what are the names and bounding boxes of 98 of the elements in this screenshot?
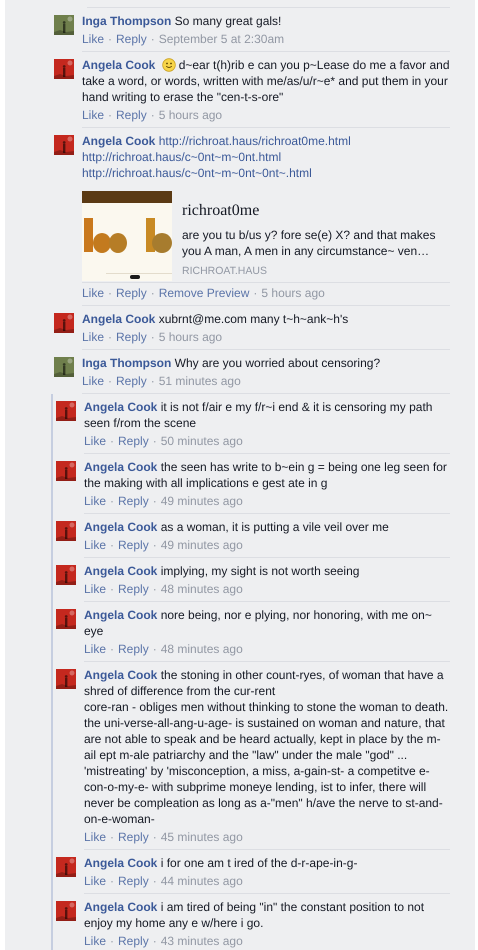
comment-text: Angela Cook implying, my sight is not worth seeing bbox=[84, 563, 360, 579]
action-link[interactable]: Reply bbox=[118, 873, 149, 889]
separator-dot: · bbox=[110, 933, 114, 949]
author-name[interactable]: Angela Cook bbox=[84, 668, 158, 682]
action-link[interactable]: Reply bbox=[116, 31, 147, 47]
author-name[interactable]: Angela Cook bbox=[82, 312, 156, 326]
separator-dot: · bbox=[110, 641, 114, 657]
separator-dot: · bbox=[110, 581, 114, 597]
url-link[interactable]: http://richroat.haus/c~0nt~m~0nt~0nt~.html bbox=[82, 166, 312, 180]
separator-dot: · bbox=[152, 933, 157, 949]
action-link[interactable]: Reply bbox=[118, 641, 149, 657]
comment-text: Inga Thompson Why are you worried about censoring? bbox=[82, 355, 382, 371]
separator-dot: · bbox=[108, 329, 112, 345]
separator-dot: · bbox=[110, 433, 114, 449]
separator-dot: · bbox=[150, 373, 155, 389]
action-link[interactable]: Like bbox=[82, 31, 104, 47]
comment-text: Angela Cook nore being, nor e plying, nor honoring, with me on~ eye bbox=[84, 607, 433, 639]
separator-dot: · bbox=[110, 537, 114, 553]
author-name[interactable]: Angela Cook bbox=[84, 400, 158, 414]
separator-dot: · bbox=[152, 641, 157, 657]
comment-text: Inga Thompson So many great gals! bbox=[82, 13, 282, 29]
action-link[interactable]: Like bbox=[82, 373, 104, 389]
separator-dot: · bbox=[108, 107, 112, 123]
author-name[interactable]: Angela Cook bbox=[84, 856, 158, 870]
separator-dot: · bbox=[108, 373, 112, 389]
action-link[interactable]: Like bbox=[82, 107, 104, 123]
author-name[interactable]: Inga Thompson bbox=[82, 356, 172, 370]
separator-dot: · bbox=[152, 537, 157, 553]
timestamp: 51 minutes ago bbox=[158, 373, 241, 389]
action-link[interactable]: Reply bbox=[118, 537, 149, 553]
author-name[interactable]: Angela Cook bbox=[84, 900, 158, 914]
action-link[interactable]: Reply bbox=[118, 933, 149, 949]
author-name[interactable]: Angela Cook bbox=[84, 460, 158, 474]
timestamp: 45 minutes ago bbox=[160, 829, 243, 845]
comment-text: Angela Cook xubrnt@me.com many t~h~ank~h's bbox=[82, 311, 350, 327]
action-link[interactable]: Reply bbox=[116, 107, 147, 123]
separator-dot: · bbox=[110, 493, 114, 509]
action-link[interactable]: Like bbox=[84, 581, 106, 597]
action-link[interactable]: Like bbox=[84, 537, 106, 553]
author-name[interactable]: Angela Cook bbox=[82, 134, 156, 148]
separator-dot: · bbox=[152, 829, 157, 845]
separator-dot: · bbox=[110, 873, 114, 889]
action-link[interactable]: Like bbox=[84, 873, 106, 889]
preview-description: are you tu b/us y? fore se(e) X? and that makes you A man, A men in any circumstance~ ven… bbox=[182, 227, 436, 259]
author-name[interactable]: Angela Cook bbox=[84, 564, 158, 578]
comment-text: Angela Cook the stoning in other count-ryes, of woman that have a shred of difference from the cur-rent core-ran - obliges men without thinking to stone the woman to death. the uni-verse-all-ang-u-age- is sustained on woman and nature, that are not able to speak and be heard actually, kept in place by the m-ail ept m-ale patriarchy and the "law" under the male "god" ... 'mistreating' by 'misconception, a miss, a-gain-st- a competitve e-con-o-my-e- with subprime moneye lending, ist to infer, there will never be compleation as long as a-"men" h/ave the nerve to st-and-on-e-woman- bbox=[84, 667, 450, 827]
separator-dot: · bbox=[152, 873, 157, 889]
action-link[interactable]: Like bbox=[84, 933, 106, 949]
action-link[interactable]: Reply bbox=[118, 433, 149, 449]
action-link[interactable]: Like bbox=[84, 493, 106, 509]
action-link[interactable]: Reply bbox=[116, 373, 147, 389]
timestamp: 49 minutes ago bbox=[160, 493, 243, 509]
separator-dot: · bbox=[253, 285, 258, 301]
url-link[interactable]: http://richroat.haus/c~0nt~m~0nt.html bbox=[82, 150, 282, 164]
comment-text: Angela Cook as a woman, it is putting a vile veil over me bbox=[84, 519, 390, 535]
comment-text: Angela Cook i am tired of being "in" the constant position to not enjoy my home any e w/here i go. bbox=[84, 899, 426, 931]
separator-dot: · bbox=[110, 829, 114, 845]
preview-domain: RICHROAT.HAUS bbox=[182, 264, 268, 279]
timestamp: 43 minutes ago bbox=[160, 933, 243, 949]
author-name[interactable]: Angela Cook bbox=[84, 520, 158, 534]
url-link[interactable]: http://richroat.haus/richroat0me.html bbox=[158, 134, 351, 148]
action-link[interactable]: Like bbox=[84, 829, 106, 845]
author-name[interactable]: Inga Thompson bbox=[82, 14, 172, 28]
separator-dot: · bbox=[108, 285, 112, 301]
timestamp: 48 minutes ago bbox=[160, 581, 243, 597]
action-link[interactable]: Reply bbox=[118, 581, 149, 597]
timestamp: 49 minutes ago bbox=[160, 537, 243, 553]
action-link[interactable]: Reply bbox=[118, 829, 149, 845]
separator-dot: · bbox=[150, 285, 155, 301]
timestamp: 50 minutes ago bbox=[160, 433, 243, 449]
action-link[interactable]: Like bbox=[82, 285, 104, 301]
comment-text: Angela Cook the seen has write to b~ein g = being one leg seen for the making with all implications e gest ate in g bbox=[84, 459, 448, 491]
comment-text: Angela Cook i for one am t ired of the d-r-ape-in-g- bbox=[84, 855, 358, 871]
action-link[interactable]: Like bbox=[82, 329, 104, 345]
timestamp: 44 minutes ago bbox=[160, 873, 243, 889]
author-name[interactable]: Angela Cook bbox=[82, 58, 156, 72]
action-link[interactable]: Reply bbox=[116, 329, 147, 345]
separator-dot: · bbox=[150, 31, 155, 47]
timestamp: 5 hours ago bbox=[158, 107, 222, 123]
preview-title[interactable]: richroat0me bbox=[182, 201, 450, 221]
comment-text: Angela Cook d~ear t(h)rib e can you p~Lease do me a favor and take a word, or words, written with me/as/u/r~e* and put them in your hand writing to erase the "cen-t-s-ore" bbox=[82, 57, 450, 105]
action-link[interactable]: Like bbox=[84, 641, 106, 657]
comment-text: Angela Cook it is not f/air e my f/r~i end & it is censoring my path seen f/rom the scene bbox=[84, 399, 434, 431]
action-link[interactable]: Reply bbox=[118, 493, 149, 509]
separator-dot: · bbox=[152, 493, 157, 509]
timestamp: 48 minutes ago bbox=[160, 641, 243, 657]
separator-dot: · bbox=[108, 31, 112, 47]
timestamp: 5 hours ago bbox=[261, 285, 325, 301]
separator-dot: · bbox=[152, 581, 157, 597]
separator-dot: · bbox=[150, 107, 155, 123]
author-name[interactable]: Angela Cook bbox=[84, 608, 158, 622]
separator-dot: · bbox=[150, 329, 155, 345]
timestamp: 5 hours ago bbox=[158, 329, 222, 345]
action-link[interactable]: Remove Preview bbox=[158, 285, 250, 301]
action-link[interactable]: Reply bbox=[116, 285, 147, 301]
timestamp: September 5 at 2:30am bbox=[158, 31, 284, 47]
separator-dot: · bbox=[152, 433, 157, 449]
action-link[interactable]: Like bbox=[84, 433, 106, 449]
